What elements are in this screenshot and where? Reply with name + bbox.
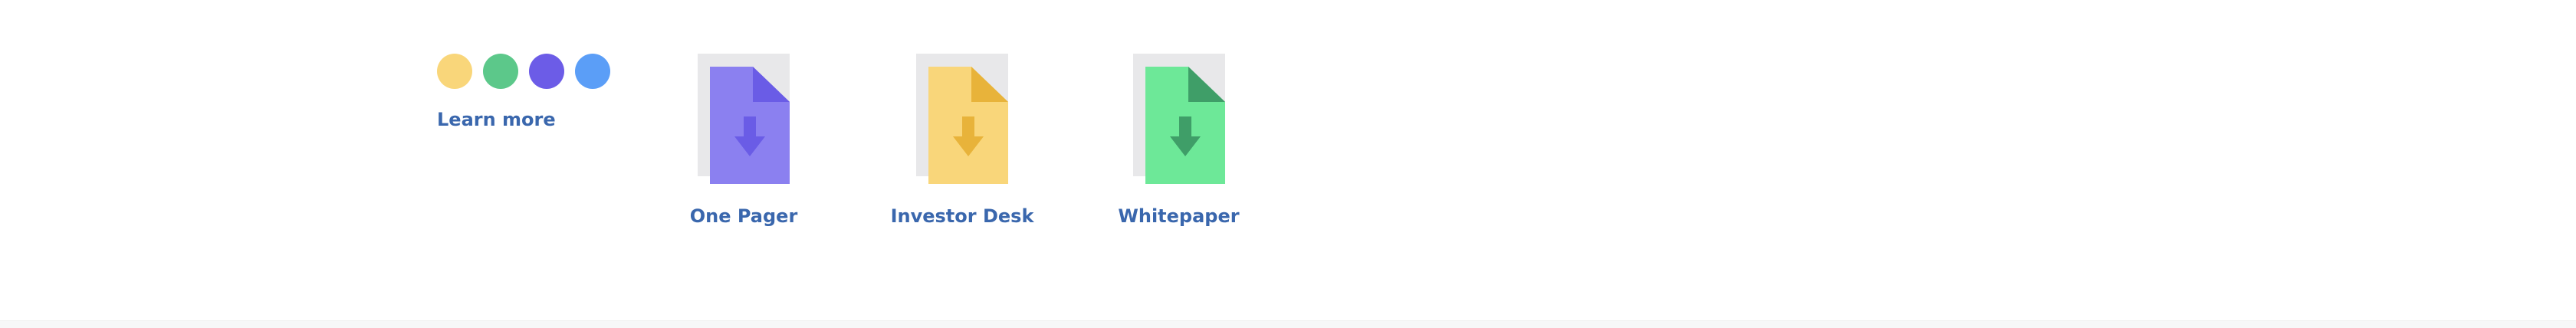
file-download-icon: [916, 54, 1008, 184]
color-dot-green: [483, 54, 518, 89]
arrow-shaft: [962, 116, 974, 139]
color-dot-purple: [529, 54, 564, 89]
arrow-shaft: [1178, 116, 1191, 139]
arrow-shaft: [744, 116, 756, 139]
page: Learn more One Pager Investor Desk White…: [0, 0, 2576, 328]
doc-label-one-pager: One Pager: [689, 205, 798, 227]
doc-whitepaper[interactable]: Whitepaper: [1116, 54, 1242, 227]
file-download-icon: [698, 54, 790, 184]
doc-one-pager[interactable]: One Pager: [682, 54, 805, 227]
color-dots: [437, 54, 610, 89]
file-download-icon: [1132, 54, 1225, 184]
doc-label-whitepaper: Whitepaper: [1118, 205, 1240, 227]
doc-label-investor-desk: Investor Desk: [890, 205, 1034, 227]
doc-investor-desk[interactable]: Investor Desk: [889, 54, 1035, 227]
learn-more-link[interactable]: Learn more: [437, 109, 556, 130]
color-dot-yellow: [437, 54, 472, 89]
footer-divider: [0, 320, 2576, 328]
color-dot-blue: [575, 54, 610, 89]
